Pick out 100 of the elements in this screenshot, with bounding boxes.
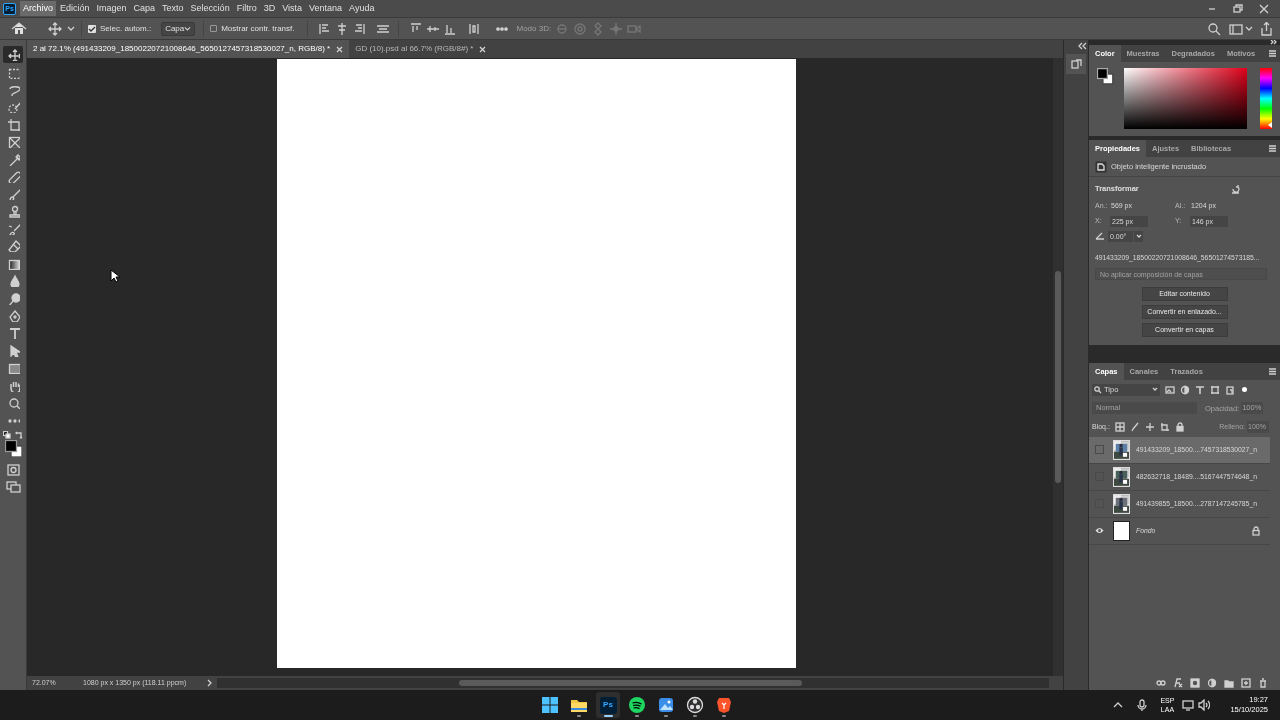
menu-item[interactable]: Capa [130,1,159,16]
mouse-cursor-icon [110,269,121,283]
mask-icon[interactable] [1190,678,1200,688]
close-icon[interactable] [336,45,344,53]
hue-slider[interactable] [1260,68,1272,129]
tab-title: 2 al 72.1% (491433209_18500220721008646_5650127457318530027_n, RGB/8) * [33,43,331,55]
menu-item[interactable]: Edición [57,1,93,16]
chevron-up-icon[interactable] [1113,701,1124,709]
shape-filter-icon[interactable] [1210,384,1220,395]
running-indicator [577,715,581,717]
menu-item[interactable]: Ventana [306,1,346,16]
check-icon [88,25,96,32]
restore-icon[interactable] [1232,2,1244,15]
microphone-icon[interactable] [1136,698,1149,712]
type-filter-icon[interactable] [1195,384,1205,395]
3d-tool-icon [555,21,570,36]
image-filter-icon[interactable] [1165,384,1175,395]
photos-icon [657,696,675,714]
obs-icon [686,696,704,714]
menu-item[interactable]: Imagen [93,1,130,16]
default-colors-icon[interactable] [3,430,11,439]
speaker-icon[interactable] [1198,699,1211,711]
caret-icon[interactable] [67,24,75,33]
caret-icon [1152,387,1158,393]
screen-mode-icon[interactable] [5,479,21,494]
expand-icon[interactable] [1270,40,1277,45]
eraser-icon [6,239,20,253]
hue-marker[interactable] [1268,121,1272,128]
running-indicator [603,715,613,717]
bandage-icon [6,169,20,183]
dropdown-value: Capa [165,22,185,35]
checkbox[interactable] [210,25,218,32]
link-icon[interactable] [1156,678,1166,688]
smart-object-icon [1095,160,1107,173]
move-icon[interactable] [47,20,63,37]
dodge-icon [6,291,20,305]
color-field[interactable] [1123,68,1248,129]
lock-position-icon[interactable] [1144,421,1155,432]
home-icon[interactable] [11,20,27,37]
close-icon[interactable] [1258,2,1270,15]
crop-icon [6,117,20,131]
checkbox[interactable] [88,24,96,33]
angle-icon [1095,231,1105,242]
folder-icon[interactable] [1224,678,1234,688]
adjustment-icon[interactable] [1207,678,1217,688]
lock-artboard-icon[interactable] [1159,421,1170,432]
menu-item[interactable]: Filtro [233,1,260,16]
lock-paint-icon[interactable] [1129,421,1140,432]
history-brush-icon [6,222,20,236]
close-icon[interactable] [479,45,487,53]
menu-item[interactable]: 3D [260,1,279,16]
distribute-icon[interactable] [466,21,481,36]
lock-icon[interactable] [1174,421,1185,432]
panel-menu-icon[interactable] [1268,49,1277,58]
scrollbar-thumb[interactable] [459,680,803,686]
menu-item[interactable]: Texto [159,1,187,16]
running-indicator [693,715,697,717]
document-tab[interactable]: 2 al 72.1% (491433209_18500220721008646_5650127457318530027_n, RGB/8) * [27,40,350,58]
workspace-icon[interactable] [1229,21,1243,36]
tool-button[interactable] [3,46,23,64]
running-indicator [722,715,726,717]
caret-icon[interactable] [1135,233,1142,239]
history-icon[interactable] [1070,58,1082,70]
collapse-icon[interactable] [1077,42,1087,50]
checkbox-label: Selec. autom.: [100,22,152,35]
move-icon [6,48,20,62]
filter-toggle[interactable] [1242,387,1247,393]
mode-3d-label: Modo 3D: [516,22,552,35]
search-icon[interactable] [1207,21,1221,36]
trash-icon[interactable] [1258,678,1268,688]
menu-item[interactable]: Ayuda [346,1,378,16]
lock-icon [1252,525,1260,536]
menu-item[interactable]: Archivo [20,1,56,16]
zoom-icon [6,396,20,409]
visibility-toggle[interactable] [1095,526,1104,536]
visibility-toggle[interactable] [1095,445,1104,455]
caret-icon[interactable] [1245,24,1253,33]
color-swatches-icon[interactable] [1097,68,1114,85]
color-swatches-icon[interactable] [4,439,22,457]
new-layer-icon[interactable] [1241,678,1251,688]
lock-pixels-icon[interactable] [1114,421,1125,432]
menu-item[interactable]: Vista [279,1,305,16]
adjustment-filter-icon[interactable] [1180,384,1190,395]
chevron-right-icon[interactable] [206,679,214,687]
spotify-icon [628,696,646,714]
quick-mask-icon[interactable] [5,462,21,477]
smart-object-filter-icon[interactable] [1225,384,1235,395]
monitor-icon[interactable] [1182,699,1195,711]
reset-icon[interactable] [1230,183,1240,194]
panel-menu-icon[interactable] [1268,144,1277,153]
fx-icon[interactable] [1173,678,1183,688]
target-dropdown[interactable]: Capa [161,21,196,36]
align-icon[interactable] [317,21,332,36]
caret-icon [184,24,192,33]
menu-item[interactable]: Selección [187,1,233,16]
share-icon[interactable] [1259,21,1274,36]
panel-menu-icon[interactable] [1268,366,1277,376]
eye-icon [1095,526,1104,536]
swap-colors-icon[interactable] [15,430,23,439]
scrollbar-thumb[interactable] [1055,271,1061,483]
